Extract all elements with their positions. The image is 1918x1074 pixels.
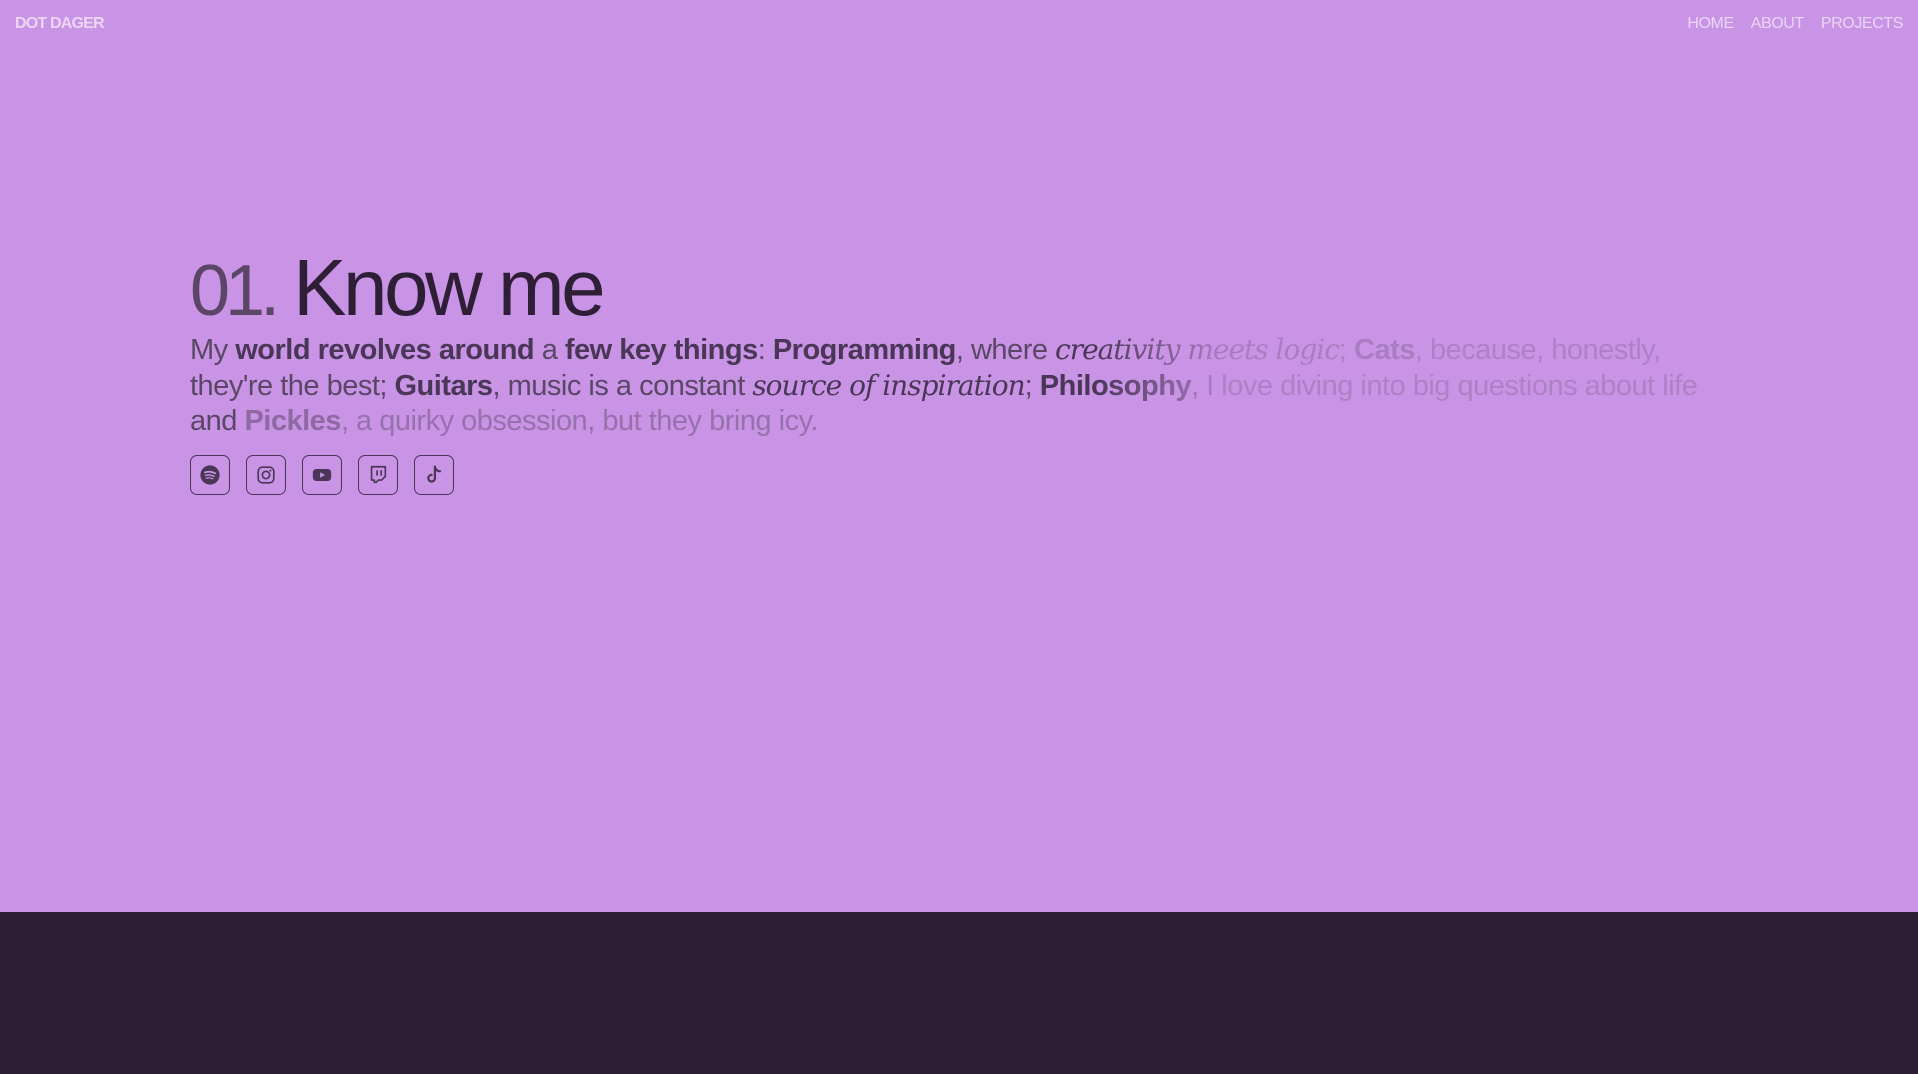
intro-bold-guitars: Guitars [394,370,494,402]
instagram-link[interactable] [246,455,286,495]
intro-text: , music is a constant [492,370,753,402]
section-title: Know me [293,243,605,332]
about-content: 01. Know me My world revolves around a fe… [190,244,1750,495]
intro-bold-philosophy: Philosophy [1039,370,1192,402]
intro-paragraph: My world revolves around a few key thing… [190,332,1750,439]
intro-text: ; [1024,370,1040,402]
intro-bold: few key things [564,334,758,366]
hero-section: DOT DAGER HOME ABOUT PROJECTS 01. Know me… [0,0,1918,912]
intro-text: a [534,334,565,366]
instagram-icon [255,464,277,486]
intro-text: : [757,334,773,366]
intro-text: ; [1338,334,1355,366]
tiktok-link[interactable] [414,455,454,495]
section-heading: 01. Know me [190,244,1750,332]
spotify-icon [199,464,221,486]
social-links [190,455,1750,495]
site-logo[interactable]: DOT DAGER [15,15,105,33]
nav-projects-link[interactable]: PROJECTS [1821,15,1904,33]
nav-home-link[interactable]: HOME [1687,15,1734,33]
intro-bold-pickles: Pickles [244,405,341,437]
intro-text: , where [955,334,1056,366]
twitch-link[interactable] [358,455,398,495]
section-number: 01. [190,251,280,331]
footer-band [0,912,1918,1074]
intro-bold-programming: Programming [772,334,957,366]
main-nav: HOME ABOUT PROJECTS [1687,15,1903,33]
intro-bold: world revolves around [235,334,535,366]
intro-bold-cats: Cats [1354,334,1415,366]
intro-italic: source of inspiration [752,369,1025,402]
youtube-link[interactable] [302,455,342,495]
spotify-link[interactable] [190,455,230,495]
intro-text: , a quirky obsession, but they bring icy… [340,405,819,437]
intro-italic: creativity meets logic [1055,333,1340,366]
twitch-icon [367,464,389,486]
tiktok-icon [423,464,445,486]
intro-text: My [190,334,236,366]
nav-about-link[interactable]: ABOUT [1751,15,1805,33]
youtube-icon [311,464,333,486]
